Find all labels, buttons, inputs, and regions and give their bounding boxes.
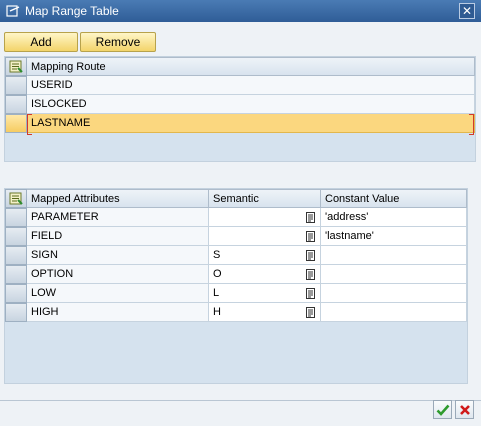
row-selector[interactable]: [5, 246, 27, 265]
semantic-input[interactable]: O: [209, 265, 321, 284]
value-help-icon[interactable]: [306, 288, 315, 299]
table-row[interactable]: SIGN S: [5, 246, 467, 265]
ok-button[interactable]: [433, 400, 452, 419]
constant-value-input[interactable]: [321, 246, 467, 265]
row-selector[interactable]: [5, 208, 27, 227]
row-selector[interactable]: [5, 265, 27, 284]
value-help-icon[interactable]: [306, 307, 315, 318]
semantic-input[interactable]: [209, 227, 321, 246]
table-row[interactable]: ISLOCKED: [5, 95, 475, 114]
table-header-row: Mapped Attributes Semantic Constant Valu…: [5, 189, 467, 208]
row-selector[interactable]: [5, 284, 27, 303]
semantic-value: H: [213, 306, 221, 318]
table-row[interactable]: LOW L: [5, 284, 467, 303]
title-bar: Map Range Table ✕: [0, 0, 481, 22]
table-header-row: Mapping Route: [5, 57, 475, 76]
semantic-input[interactable]: L: [209, 284, 321, 303]
add-button[interactable]: Add: [4, 32, 78, 52]
semantic-value: L: [213, 287, 220, 299]
attribute-cell: PARAMETER: [27, 208, 209, 227]
attribute-cell: SIGN: [27, 246, 209, 265]
row-selector[interactable]: [5, 227, 27, 246]
semantic-value: S: [213, 249, 221, 261]
mapping-route-panel: Mapping Route USERID ISLOCKED LASTNAME: [4, 56, 476, 162]
row-selector[interactable]: [5, 303, 27, 322]
route-cell[interactable]: LASTNAME: [27, 114, 475, 135]
route-cell[interactable]: ISLOCKED: [27, 95, 475, 114]
mapped-attributes-panel: Mapped Attributes Semantic Constant Valu…: [4, 188, 468, 384]
column-header-mapped-attributes[interactable]: Mapped Attributes: [27, 189, 209, 208]
table-row[interactable]: USERID: [5, 76, 475, 95]
value-help-icon[interactable]: [306, 231, 315, 242]
table-row[interactable]: FIELD 'lastname': [5, 227, 467, 246]
cancel-icon: [459, 404, 470, 415]
window-icon: [5, 4, 21, 18]
table-settings-icon[interactable]: [5, 57, 27, 76]
semantic-input[interactable]: S: [209, 246, 321, 265]
attribute-cell: HIGH: [27, 303, 209, 322]
table-row-selected[interactable]: LASTNAME: [5, 114, 475, 135]
check-icon: [436, 404, 449, 416]
constant-value-input[interactable]: 'address': [321, 208, 467, 227]
value-help-icon[interactable]: [306, 212, 315, 223]
constant-value: 'lastname': [325, 230, 374, 242]
semantic-input[interactable]: [209, 208, 321, 227]
semantic-value: O: [213, 268, 222, 280]
row-selector[interactable]: [5, 76, 27, 95]
constant-value-input[interactable]: 'lastname': [321, 227, 467, 246]
semantic-input[interactable]: H: [209, 303, 321, 322]
attribute-cell: LOW: [27, 284, 209, 303]
table-row[interactable]: PARAMETER 'address': [5, 208, 467, 227]
route-cell[interactable]: USERID: [27, 76, 475, 95]
column-header-mapping-route[interactable]: Mapping Route: [27, 57, 475, 76]
mapped-attributes-table: Mapped Attributes Semantic Constant Valu…: [5, 189, 467, 322]
row-selector[interactable]: [5, 95, 27, 114]
mapping-route-table: Mapping Route USERID ISLOCKED LASTNAME: [5, 57, 475, 135]
table-row[interactable]: HIGH H: [5, 303, 467, 322]
column-header-constant-value[interactable]: Constant Value: [321, 189, 467, 208]
window-title: Map Range Table: [25, 4, 119, 18]
constant-value: 'address': [325, 211, 369, 223]
constant-value-input[interactable]: [321, 303, 467, 322]
constant-value-input[interactable]: [321, 284, 467, 303]
attribute-cell: FIELD: [27, 227, 209, 246]
value-help-icon[interactable]: [306, 250, 315, 261]
table-settings-icon[interactable]: [5, 189, 27, 208]
cancel-button[interactable]: [455, 400, 474, 419]
constant-value-input[interactable]: [321, 265, 467, 284]
footer-divider: [0, 400, 481, 401]
close-button[interactable]: ✕: [459, 3, 475, 19]
row-selector[interactable]: [5, 114, 27, 133]
toolbar: Add Remove: [4, 32, 156, 52]
remove-button[interactable]: Remove: [80, 32, 156, 52]
value-help-icon[interactable]: [306, 269, 315, 280]
attribute-cell: OPTION: [27, 265, 209, 284]
column-header-semantic[interactable]: Semantic: [209, 189, 321, 208]
table-row[interactable]: OPTION O: [5, 265, 467, 284]
